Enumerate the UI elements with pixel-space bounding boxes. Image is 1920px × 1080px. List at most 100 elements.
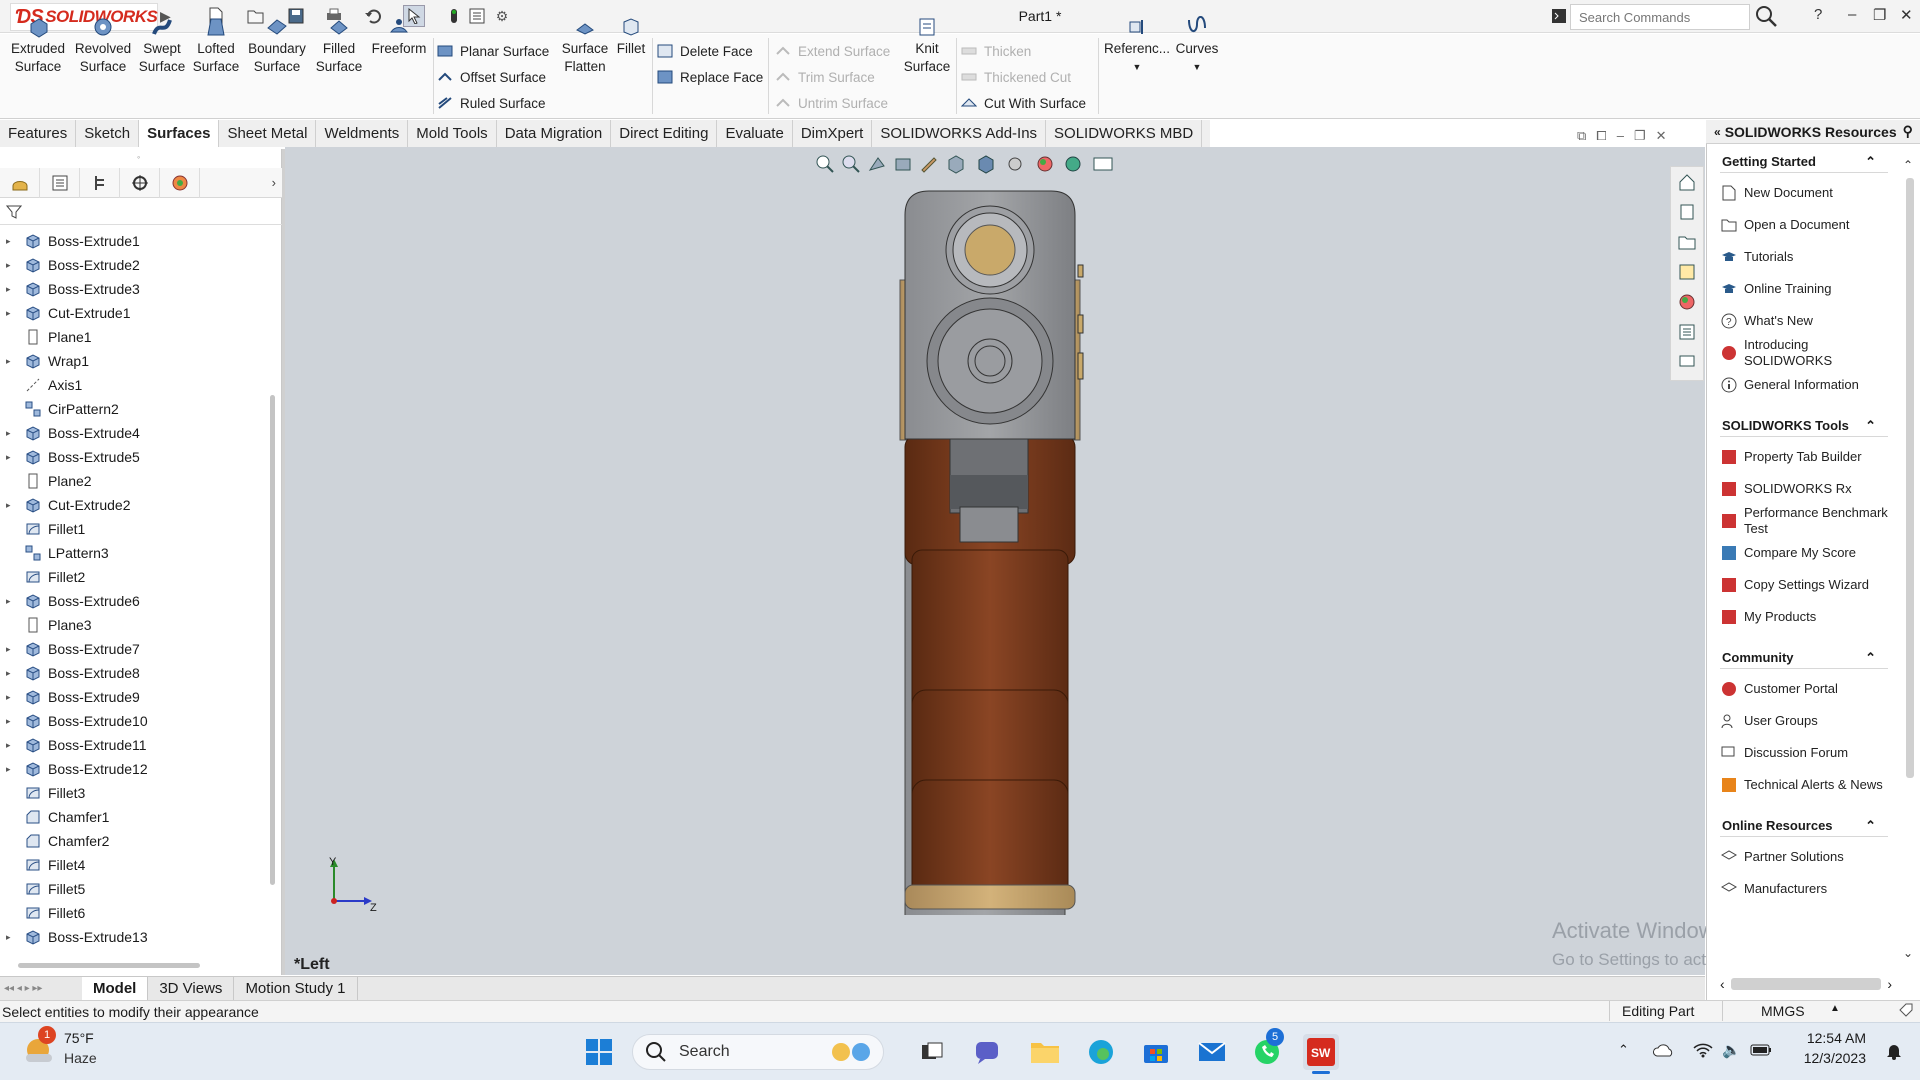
previous-view-icon[interactable] (867, 154, 887, 174)
tree-scrollbar[interactable] (270, 395, 275, 885)
viewport-minimize-icon[interactable]: – (1617, 128, 1624, 144)
help-button[interactable]: ? (1814, 6, 1822, 23)
appearances-icon[interactable] (1671, 287, 1703, 317)
tab-model[interactable]: Model (82, 977, 149, 1000)
search-magnifier-icon[interactable] (1755, 5, 1779, 27)
introducing-solidworks-link[interactable]: Introducing SOLIDWORKS (1720, 337, 1888, 369)
view-orientation-icon[interactable] (945, 154, 969, 174)
clock-time[interactable]: 12:54 AM (1800, 1030, 1866, 1046)
tree-item-boss-extrude3[interactable]: ▸ Boss-Extrude3 (0, 277, 268, 301)
tree-item-boss-extrude13[interactable]: ▸ Boss-Extrude13 (0, 925, 268, 949)
viewport-close-icon[interactable]: ✕ (1656, 128, 1667, 144)
zoom-to-fit-icon[interactable] (815, 154, 835, 174)
edit-appearance-icon[interactable] (1035, 154, 1057, 174)
teams-chat-icon[interactable] (970, 1034, 1006, 1070)
show-hidden-icons-icon[interactable]: ⌃ (1618, 1042, 1629, 1058)
feature-manager-tab[interactable] (0, 167, 40, 198)
tree-item-boss-extrude10[interactable]: ▸ Boss-Extrude10 (0, 709, 268, 733)
thickened-cut-button[interactable]: Thickened Cut (960, 66, 1086, 88)
expand-arrow-icon[interactable]: ▸ (6, 668, 18, 679)
expand-arrow-icon[interactable]: ▸ (6, 428, 18, 439)
tab-motion-study[interactable]: Motion Study 1 (234, 977, 358, 1000)
edge-browser-icon[interactable] (1083, 1034, 1119, 1070)
expand-arrow-icon[interactable]: ▸ (6, 692, 18, 703)
filter-row[interactable] (0, 199, 282, 225)
solidworks-taskbar-icon[interactable]: SW (1303, 1034, 1339, 1070)
tree-item-wrap1[interactable]: ▸ Wrap1 (0, 349, 268, 373)
dimxpert-manager-tab[interactable] (120, 167, 160, 198)
cut-with-surface-button[interactable]: Cut With Surface (960, 92, 1086, 114)
tree-item-cut-extrude1[interactable]: ▸ Cut-Extrude1 (0, 301, 268, 325)
curves-button[interactable]: Curves ▼ (1172, 16, 1222, 82)
expand-arrow-icon[interactable]: ▸ (6, 764, 18, 775)
tab-evaluate[interactable]: Evaluate (717, 120, 793, 147)
expand-arrow-icon[interactable]: ▸ (6, 716, 18, 727)
tree-item-fillet5[interactable]: Fillet5 (0, 877, 268, 901)
clock-date[interactable]: 12/3/2023 (1794, 1050, 1866, 1066)
panel-grip-icon[interactable]: ◦ (137, 152, 140, 162)
tree-item-plane3[interactable]: Plane3 (0, 613, 268, 637)
expand-arrow-icon[interactable]: ▸ (6, 596, 18, 607)
design-library-icon[interactable] (1671, 197, 1703, 227)
tree-item-boss-extrude11[interactable]: ▸ Boss-Extrude11 (0, 733, 268, 757)
tree-item-plane1[interactable]: Plane1 (0, 325, 268, 349)
offset-surface-button[interactable]: Offset Surface (436, 66, 549, 88)
chevron-up-icon[interactable]: ⌃ (1865, 418, 1876, 434)
scroll-thumb[interactable] (1906, 178, 1914, 778)
expand-arrow-icon[interactable]: ▸ (6, 308, 18, 319)
viewport-split-icon[interactable]: ⧠ (1596, 128, 1606, 144)
tree-item-boss-extrude1[interactable]: ▸ Boss-Extrude1 (0, 229, 268, 253)
task-pane-scrollbar[interactable]: ⌃ ⌄ (1903, 158, 1917, 968)
home-icon[interactable] (1671, 167, 1703, 197)
thicken-button[interactable]: Thicken (960, 40, 1086, 62)
new-document-link[interactable]: New Document (1720, 177, 1888, 209)
tab-dimxpert[interactable]: DimXpert (793, 120, 873, 147)
whats-new-link[interactable]: ? What's New (1720, 305, 1888, 337)
dropdown-arrow-icon[interactable]: ▼ (1193, 58, 1202, 76)
property-manager-tab[interactable] (40, 167, 80, 198)
copy-settings-wizard-link[interactable]: Copy Settings Wizard (1720, 569, 1888, 601)
pistol-model-left-view[interactable] (880, 185, 1100, 915)
notifications-bell-icon[interactable] (1886, 1042, 1902, 1060)
panel-expand-icon[interactable]: › (272, 175, 276, 190)
tab-scroll-arrows-icon[interactable]: ◂◂ ◂ ▸ ▸▸ (0, 977, 82, 1000)
tab-surfaces[interactable]: Surfaces (139, 120, 220, 147)
dynamic-annotation-icon[interactable] (919, 154, 939, 174)
tree-item-boss-extrude12[interactable]: ▸ Boss-Extrude12 (0, 757, 268, 781)
surface-flatten-button[interactable]: Surface Flatten (560, 16, 610, 82)
pin-icon[interactable]: ⚲ (1903, 123, 1913, 140)
dropdown-arrow-icon[interactable]: ▼ (1133, 58, 1142, 76)
technical-alerts-link[interactable]: Technical Alerts & News (1720, 769, 1888, 801)
replace-face-button[interactable]: Replace Face (656, 66, 763, 88)
tree-item-lpattern3[interactable]: LPattern3 (0, 541, 268, 565)
volume-icon[interactable]: 🔈 (1722, 1041, 1741, 1059)
tab-mold-tools[interactable]: Mold Tools (408, 120, 497, 147)
onedrive-icon[interactable] (1653, 1042, 1675, 1058)
revolved-surface-button[interactable]: Revolved Surface (72, 16, 134, 82)
chevron-up-icon[interactable]: ⌃ (1865, 650, 1876, 666)
taskbar-search[interactable]: Search (632, 1034, 884, 1070)
tree-item-chamfer1[interactable]: Chamfer1 (0, 805, 268, 829)
filled-surface-button[interactable]: Filled Surface (313, 16, 365, 82)
microsoft-store-icon[interactable] (1138, 1034, 1174, 1070)
expand-arrow-icon[interactable]: ▸ (6, 260, 18, 271)
tree-item-fillet3[interactable]: Fillet3 (0, 781, 268, 805)
scroll-left-icon[interactable]: ‹ (1720, 976, 1725, 992)
extruded-surface-button[interactable]: Extruded Surface (8, 16, 68, 82)
trim-surface-button[interactable]: Trim Surface (774, 66, 890, 88)
lofted-surface-button[interactable]: Lofted Surface (190, 16, 242, 82)
tree-item-boss-extrude9[interactable]: ▸ Boss-Extrude9 (0, 685, 268, 709)
viewport-tile-icon[interactable]: ⧉ (1577, 128, 1586, 144)
scroll-down-icon[interactable]: ⌄ (1903, 946, 1913, 960)
apply-scene-icon[interactable] (1063, 154, 1085, 174)
section-view-icon[interactable] (893, 154, 913, 174)
section-title[interactable]: SOLIDWORKS Tools ⌃ (1720, 415, 1888, 437)
general-information-link[interactable]: General Information (1720, 369, 1888, 401)
tab-direct-editing[interactable]: Direct Editing (611, 120, 718, 147)
expand-arrow-icon[interactable]: ▸ (6, 644, 18, 655)
delete-face-button[interactable]: Delete Face (656, 40, 763, 62)
property-tab-builder-link[interactable]: Property Tab Builder (1720, 441, 1888, 473)
compare-my-score-link[interactable]: Compare My Score (1720, 537, 1888, 569)
hide-show-items-icon[interactable] (1005, 154, 1029, 174)
wifi-icon[interactable] (1693, 1042, 1713, 1058)
